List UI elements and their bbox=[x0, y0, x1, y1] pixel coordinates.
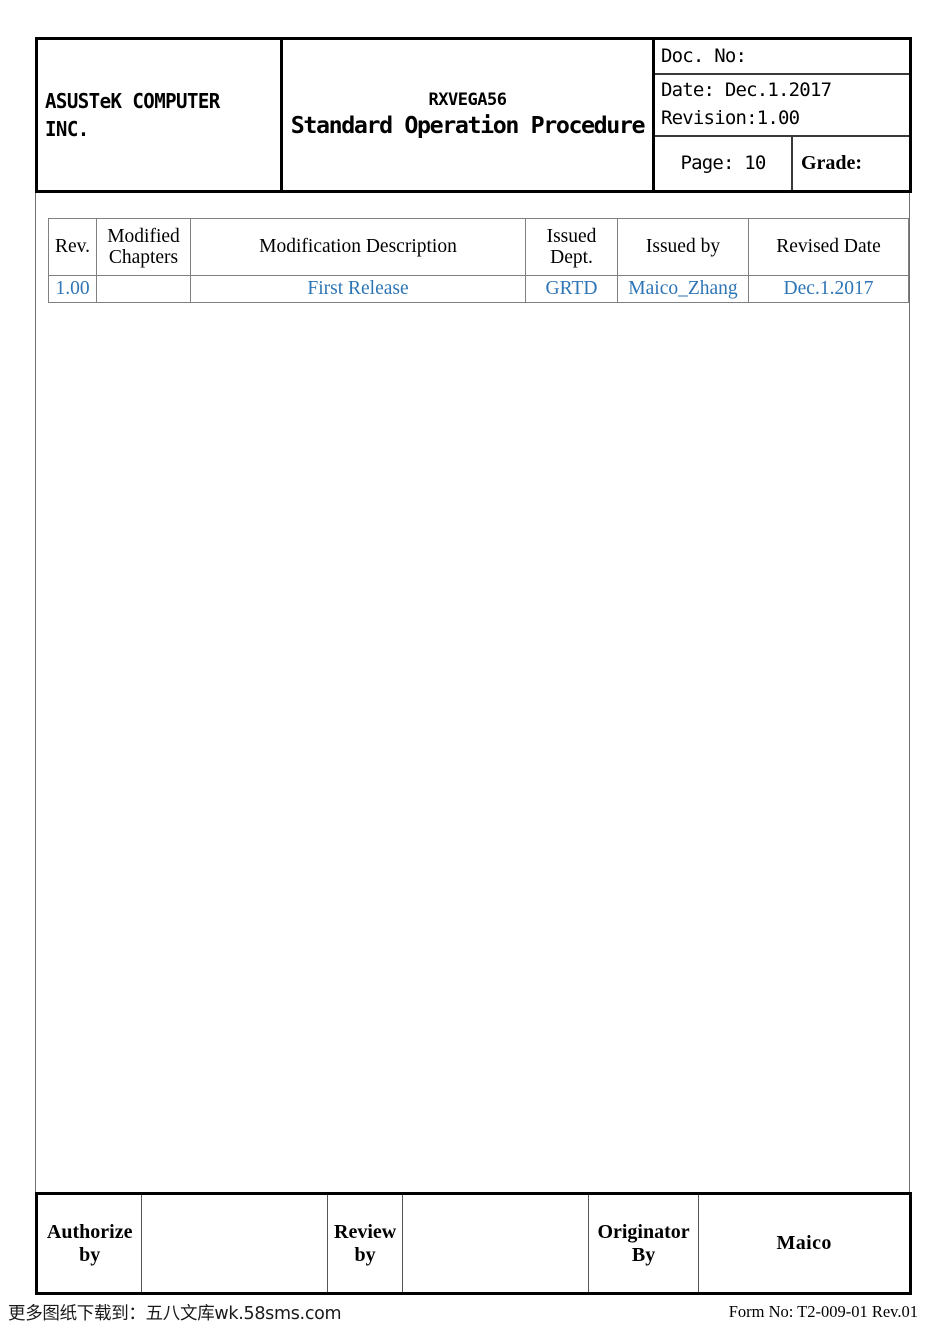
column-header-issued-dept: Issued Dept. bbox=[525, 218, 618, 276]
header-company-cell: ASUSTeK COMPUTER INC. bbox=[38, 40, 283, 190]
document-title: Standard Operation Procedure bbox=[290, 110, 646, 139]
column-header-issued-by: Issued by bbox=[617, 218, 749, 276]
cell-revised-date: Dec.1.2017 bbox=[748, 275, 909, 303]
review-by-value bbox=[402, 1193, 589, 1294]
column-header-modified-chapters: Modified Chapters bbox=[96, 218, 191, 276]
page-label: Page: 10 bbox=[680, 151, 766, 174]
column-header-revised-date: Revised Date bbox=[748, 218, 909, 276]
header-meta-cell: Doc. No: Date: Dec.1.2017 Revision:1.00 … bbox=[655, 40, 909, 190]
page-grade-row: Page: 10 Grade: bbox=[655, 137, 909, 190]
originator-by-value: Maico bbox=[698, 1193, 911, 1294]
doc-no-label: Doc. No: bbox=[661, 44, 747, 67]
authorize-by-value bbox=[141, 1193, 328, 1294]
cell-modified-chapters bbox=[96, 275, 191, 303]
cell-rev: 1.00 bbox=[48, 275, 97, 303]
date-revision-row: Date: Dec.1.2017 Revision:1.00 bbox=[655, 75, 909, 137]
page-bottom-strip: 更多图纸下载到：五八文库wk.58sms.com Form No: T2-009… bbox=[0, 1300, 950, 1332]
revision-history-table: Rev. Modified Chapters Modification Desc… bbox=[48, 218, 909, 303]
form-number: Form No: T2-009-01 Rev.01 bbox=[728, 1302, 918, 1321]
column-header-rev: Rev. bbox=[48, 218, 97, 276]
header-title-cell: RXVEGA56 Standard Operation Procedure bbox=[283, 40, 655, 190]
download-watermark: 更多图纸下载到：五八文库wk.58sms.com bbox=[8, 1304, 342, 1324]
cell-issued-dept: GRTD bbox=[525, 275, 618, 303]
date-label: Date: Dec.1.2017 bbox=[661, 79, 832, 102]
column-header-modification-description: Modification Description bbox=[190, 218, 526, 276]
authorize-by-label: Authorize by bbox=[35, 1193, 143, 1294]
cell-issued-by: Maico_Zhang bbox=[617, 275, 749, 303]
revision-label: Revision:1.00 bbox=[661, 107, 800, 129]
originator-by-label: Originator By bbox=[587, 1193, 700, 1294]
table-header-row: Rev. Modified Chapters Modification Desc… bbox=[48, 218, 909, 276]
signature-row: Authorize by Review by Originator By Mai… bbox=[35, 1193, 911, 1294]
page-number-cell: Page: 10 bbox=[655, 137, 793, 190]
signature-footer-table: Authorize by Review by Originator By Mai… bbox=[35, 1192, 912, 1295]
grade-label: Grade: bbox=[801, 152, 863, 174]
document-model-name: RXVEGA56 bbox=[428, 89, 507, 110]
doc-no-row: Doc. No: bbox=[655, 40, 909, 75]
grade-cell: Grade: bbox=[793, 137, 909, 190]
table-row: 1.00 First Release GRTD Maico_Zhang Dec.… bbox=[48, 275, 909, 303]
company-name: ASUSTeK COMPUTER INC. bbox=[45, 88, 220, 141]
document-header-table: ASUSTeK COMPUTER INC. RXVEGA56 Standard … bbox=[35, 37, 912, 193]
cell-modification-description: First Release bbox=[190, 275, 526, 303]
review-by-label: Review by bbox=[326, 1193, 404, 1294]
